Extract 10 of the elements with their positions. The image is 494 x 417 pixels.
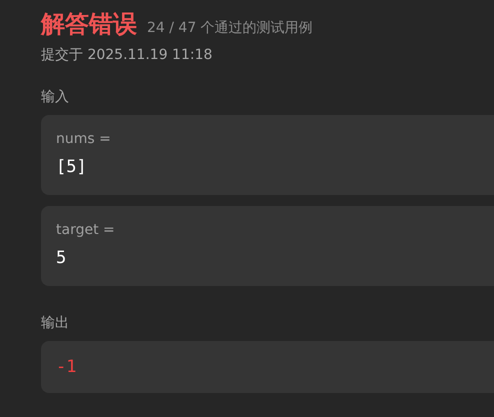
submission-time: 提交于 2025.11.19 11:18 bbox=[41, 46, 214, 64]
parameter-name: target = bbox=[56, 222, 116, 238]
passed-cases-count: 24 / 47 个通过的测试用例 bbox=[147, 19, 313, 37]
parameter-name: nums = bbox=[56, 131, 112, 147]
parameter-value: 5 bbox=[56, 248, 68, 268]
result-title: 解答错误 bbox=[41, 9, 137, 40]
output-value: -1 bbox=[56, 357, 78, 377]
section-label: 输出 bbox=[41, 314, 70, 332]
section-label: 输入 bbox=[41, 88, 70, 106]
parameter-value: [5] bbox=[56, 157, 88, 177]
